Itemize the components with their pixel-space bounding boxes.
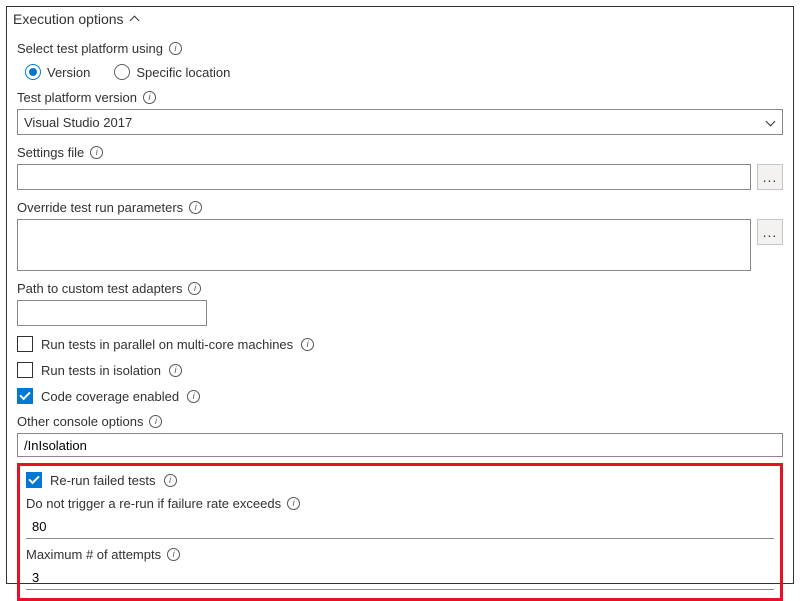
- isolation-label: Run tests in isolation: [41, 363, 161, 378]
- other-console-input[interactable]: [17, 433, 783, 457]
- radio-version-label: Version: [47, 65, 90, 80]
- info-icon[interactable]: i: [169, 364, 182, 377]
- rerun-checkbox-row: Re-run failed tests i: [26, 472, 774, 488]
- rerun-attempts-label: Maximum # of attempts: [26, 547, 161, 562]
- section-header[interactable]: Execution options: [7, 7, 783, 31]
- rerun-threshold-label: Do not trigger a re-run if failure rate …: [26, 496, 281, 511]
- parallel-label: Run tests in parallel on multi-core mach…: [41, 337, 293, 352]
- info-icon[interactable]: i: [164, 474, 177, 487]
- override-params-input[interactable]: [17, 219, 751, 271]
- parallel-checkbox[interactable]: [17, 336, 33, 352]
- other-console-field: Other console options i: [17, 414, 783, 457]
- settings-file-label: Settings file: [17, 145, 84, 160]
- coverage-label: Code coverage enabled: [41, 389, 179, 404]
- info-icon[interactable]: i: [187, 390, 200, 403]
- coverage-checkbox[interactable]: [17, 388, 33, 404]
- settings-file-label-row: Settings file i: [17, 145, 783, 160]
- info-icon[interactable]: i: [90, 146, 103, 159]
- radio-icon: [25, 64, 41, 80]
- section-title: Execution options: [13, 11, 124, 27]
- info-icon[interactable]: i: [149, 415, 162, 428]
- version-field: Test platform version i Visual Studio 20…: [17, 90, 783, 135]
- override-params-label: Override test run parameters: [17, 200, 183, 215]
- version-label: Test platform version: [17, 90, 137, 105]
- radio-version[interactable]: Version: [25, 64, 90, 80]
- chevron-up-icon: [130, 14, 140, 24]
- other-console-label: Other console options: [17, 414, 143, 429]
- rerun-label: Re-run failed tests: [50, 473, 156, 488]
- custom-adapters-field: Path to custom test adapters i: [17, 281, 783, 326]
- version-label-row: Test platform version i: [17, 90, 783, 105]
- override-params-field: Override test run parameters i ...: [17, 200, 783, 271]
- custom-adapters-input[interactable]: [17, 300, 207, 326]
- version-value: Visual Studio 2017: [24, 115, 132, 130]
- settings-file-field: Settings file i ...: [17, 145, 783, 190]
- platform-label: Select test platform using: [17, 41, 163, 56]
- rerun-checkbox[interactable]: [26, 472, 42, 488]
- radio-icon: [114, 64, 130, 80]
- parallel-checkbox-row: Run tests in parallel on multi-core mach…: [17, 336, 783, 352]
- platform-radio-group: Version Specific location: [25, 64, 783, 80]
- rerun-threshold-label-row: Do not trigger a re-run if failure rate …: [26, 496, 774, 511]
- info-icon[interactable]: i: [189, 201, 202, 214]
- radio-specific-label: Specific location: [136, 65, 230, 80]
- custom-adapters-label: Path to custom test adapters: [17, 281, 182, 296]
- chevron-down-icon: [766, 117, 776, 127]
- version-select[interactable]: Visual Studio 2017: [17, 109, 783, 135]
- info-icon[interactable]: i: [188, 282, 201, 295]
- other-console-label-row: Other console options i: [17, 414, 783, 429]
- coverage-checkbox-row: Code coverage enabled i: [17, 388, 783, 404]
- settings-file-input[interactable]: [17, 164, 751, 190]
- execution-options-panel: Execution options Select test platform u…: [6, 6, 794, 584]
- override-params-label-row: Override test run parameters i: [17, 200, 783, 215]
- info-icon[interactable]: i: [143, 91, 156, 104]
- rerun-attempts-input[interactable]: [26, 566, 774, 590]
- rerun-attempts-label-row: Maximum # of attempts i: [26, 547, 774, 562]
- isolation-checkbox-row: Run tests in isolation i: [17, 362, 783, 378]
- rerun-threshold-input[interactable]: [26, 515, 774, 539]
- rerun-highlight-box: Re-run failed tests i Do not trigger a r…: [17, 463, 783, 601]
- custom-adapters-label-row: Path to custom test adapters i: [17, 281, 783, 296]
- info-icon[interactable]: i: [167, 548, 180, 561]
- platform-label-row: Select test platform using i: [17, 41, 783, 56]
- override-params-more-button[interactable]: ...: [757, 219, 783, 245]
- info-icon[interactable]: i: [287, 497, 300, 510]
- info-icon[interactable]: i: [169, 42, 182, 55]
- info-icon[interactable]: i: [301, 338, 314, 351]
- platform-selector: Select test platform using i Version Spe…: [17, 41, 783, 80]
- isolation-checkbox[interactable]: [17, 362, 33, 378]
- radio-specific-location[interactable]: Specific location: [114, 64, 230, 80]
- settings-file-browse-button[interactable]: ...: [757, 164, 783, 190]
